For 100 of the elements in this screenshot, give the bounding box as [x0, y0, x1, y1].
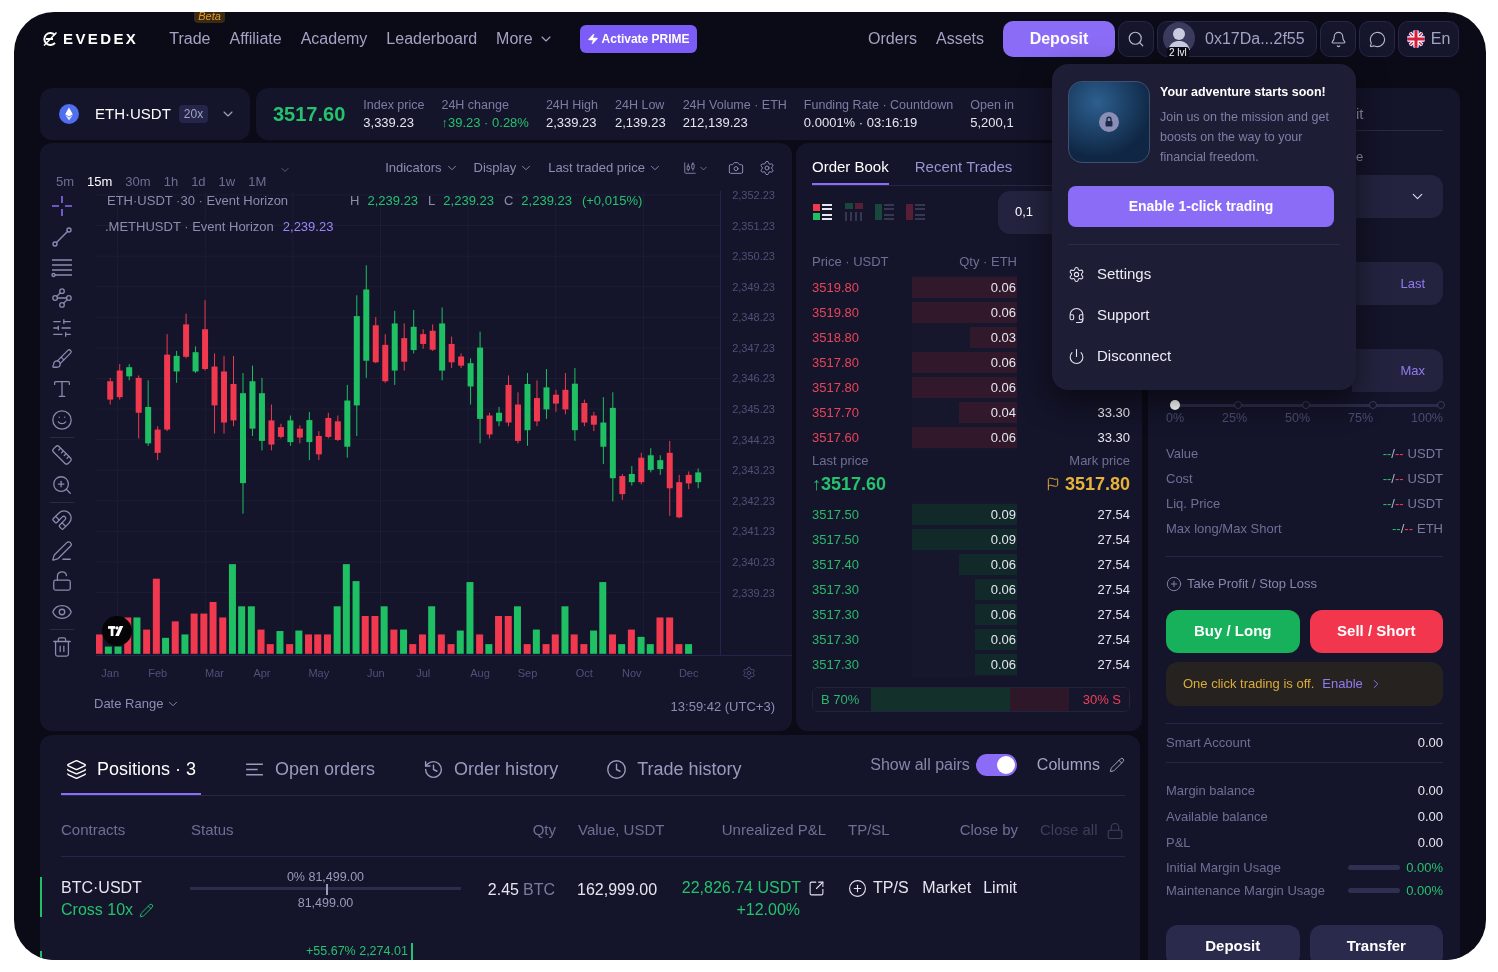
timeframe-tab[interactable]: 30m: [125, 174, 151, 190]
column-header: Unrealized P&L: [720, 820, 826, 841]
last-price-button[interactable]: Last: [1400, 273, 1425, 294]
pen-icon[interactable]: [51, 539, 73, 562]
nav-link[interactable]: Trade: [169, 30, 211, 47]
open-padlock-icon[interactable]: [51, 570, 73, 592]
wallet-action-button[interactable]: Deposit: [1166, 925, 1300, 960]
nav-link[interactable]: Affiliate: [229, 30, 282, 47]
order-book-tab[interactable]: Recent Trades: [914, 158, 1013, 185]
date-range-button[interactable]: Date Range: [94, 696, 181, 712]
pencil-icon[interactable]: [139, 902, 155, 918]
language-button[interactable]: En: [1398, 21, 1459, 57]
zoom-in-icon[interactable]: [51, 474, 73, 496]
activate-prime-button[interactable]: Activate PRIME: [579, 25, 697, 53]
show-all-pairs-toggle[interactable]: [975, 754, 1017, 776]
slider-step-icon: [1437, 401, 1445, 409]
timeframe-tab[interactable]: 15m: [87, 174, 113, 190]
brush-icon[interactable]: [51, 347, 73, 370]
smiley-icon[interactable]: [51, 408, 73, 431]
timeframe-tab[interactable]: 1h: [163, 174, 179, 190]
wallet-action-button[interactable]: Transfer: [1309, 925, 1443, 960]
plus-circle-icon: [848, 878, 867, 898]
balance-label: Smart Account: [1166, 734, 1251, 753]
more-menu[interactable]: More: [496, 27, 554, 51]
close-order-button[interactable]: Limit: [983, 878, 1017, 898]
magnet-icon[interactable]: [51, 509, 73, 531]
candlestick: [154, 425, 161, 461]
detail-label: Max long/Max Short: [1166, 519, 1282, 538]
ruler-icon[interactable]: [51, 443, 73, 466]
axis-label: Apr: [253, 665, 271, 680]
change-value: (+0,015%): [581, 193, 643, 209]
menu-item[interactable]: Support: [1068, 295, 1340, 336]
timeframe-tab[interactable]: 1w: [218, 174, 236, 190]
enable-link[interactable]: Enable: [1322, 674, 1363, 694]
nav-link[interactable]: Assets: [936, 27, 984, 51]
axis-label: 2,344.23: [732, 432, 775, 447]
sliders-icon[interactable]: [51, 317, 73, 339]
axis-label: 2,351.23: [732, 218, 775, 233]
crosshair-icon[interactable]: [51, 195, 73, 217]
chart-menu[interactable]: Display: [473, 160, 534, 176]
pair-selector[interactable]: ETH·USDT 20x: [40, 88, 250, 140]
positions-tab[interactable]: Positions · 3: [61, 758, 202, 795]
step-select[interactable]: 0,1: [998, 190, 1054, 234]
menu-item[interactable]: Settings: [1068, 254, 1340, 295]
search-button[interactable]: [1118, 21, 1154, 57]
timeframe-tab[interactable]: 5m: [56, 174, 75, 190]
chart-menu[interactable]: Last traded price: [548, 160, 662, 176]
account-button[interactable]: 2 lvl 0x17Da...2f55: [1157, 21, 1317, 57]
headset-icon: [1068, 307, 1085, 324]
flag-icon: [1045, 477, 1060, 491]
candlestick: [685, 471, 692, 490]
chat-button[interactable]: [1359, 21, 1395, 57]
text-tool-icon[interactable]: [51, 378, 73, 400]
trash-icon[interactable]: [51, 635, 73, 658]
order-book-layout-icon[interactable]: [813, 203, 833, 221]
horizontal-lines-icon[interactable]: [51, 256, 73, 278]
price-cell-text: 3517.30: [812, 605, 860, 624]
candlestick: [334, 415, 341, 442]
timeframe-tab[interactable]: 1d: [191, 174, 206, 190]
language-label: En: [1430, 29, 1451, 49]
candlestick: [306, 411, 313, 461]
notifications-button[interactable]: [1320, 21, 1356, 57]
chart-type-button[interactable]: [683, 160, 709, 176]
price-cell-text: 3519.80: [812, 303, 860, 322]
trend-line-icon[interactable]: [51, 225, 73, 248]
slider-thumb[interactable]: [1170, 400, 1180, 410]
tpsl-button[interactable]: TP/S: [847, 878, 909, 898]
close-order-button[interactable]: Market: [922, 878, 972, 898]
detail-label: Value: [1166, 444, 1199, 463]
timeframe-tab[interactable]: 1M: [248, 174, 267, 190]
input-field[interactable]: Max: [1352, 349, 1443, 392]
sell-short-button[interactable]: Sell / Short: [1309, 610, 1443, 653]
positions-tab[interactable]: Open orders: [239, 758, 381, 795]
candlestick: [249, 365, 256, 437]
deposit-button[interactable]: Deposit: [1003, 21, 1115, 57]
pattern-icon[interactable]: [51, 286, 73, 309]
nav-link[interactable]: Orders: [868, 27, 917, 51]
nav-link[interactable]: Academy: [300, 30, 368, 47]
enable-one-click-button[interactable]: Enable 1-click trading: [1068, 186, 1334, 227]
candlestick: [382, 333, 389, 384]
menu-item[interactable]: Disconnect: [1068, 336, 1340, 377]
chart-logo-icon: [102, 616, 132, 646]
tpsl-toggle[interactable]: Take Profit / Stop Loss: [1166, 574, 1443, 594]
order-book-tab[interactable]: Order Book: [812, 158, 889, 185]
positions-tab[interactable]: Order history: [418, 758, 564, 795]
quantity-cell-text: 0.06: [990, 580, 1017, 599]
clock-time: 13:59:42 (UTC+3): [670, 699, 775, 715]
camera-icon[interactable]: [728, 160, 744, 176]
positions-tab[interactable]: Trade history: [601, 758, 747, 795]
settings-icon[interactable]: [759, 160, 775, 176]
max-amount-button[interactable]: Max: [1400, 360, 1425, 381]
chart-menu[interactable]: Indicators: [385, 160, 459, 176]
candlestick: [372, 316, 379, 364]
nav-link[interactable]: Leaderboard: [386, 30, 478, 47]
padlock-tile-icon: [1068, 81, 1150, 163]
candlestick: [600, 396, 607, 465]
column-header: Value, USDT: [578, 820, 666, 841]
external-link-icon[interactable]: [808, 879, 825, 897]
axis-label: 2,343.23: [732, 463, 775, 478]
columns-button[interactable]: Columns: [1036, 755, 1125, 775]
